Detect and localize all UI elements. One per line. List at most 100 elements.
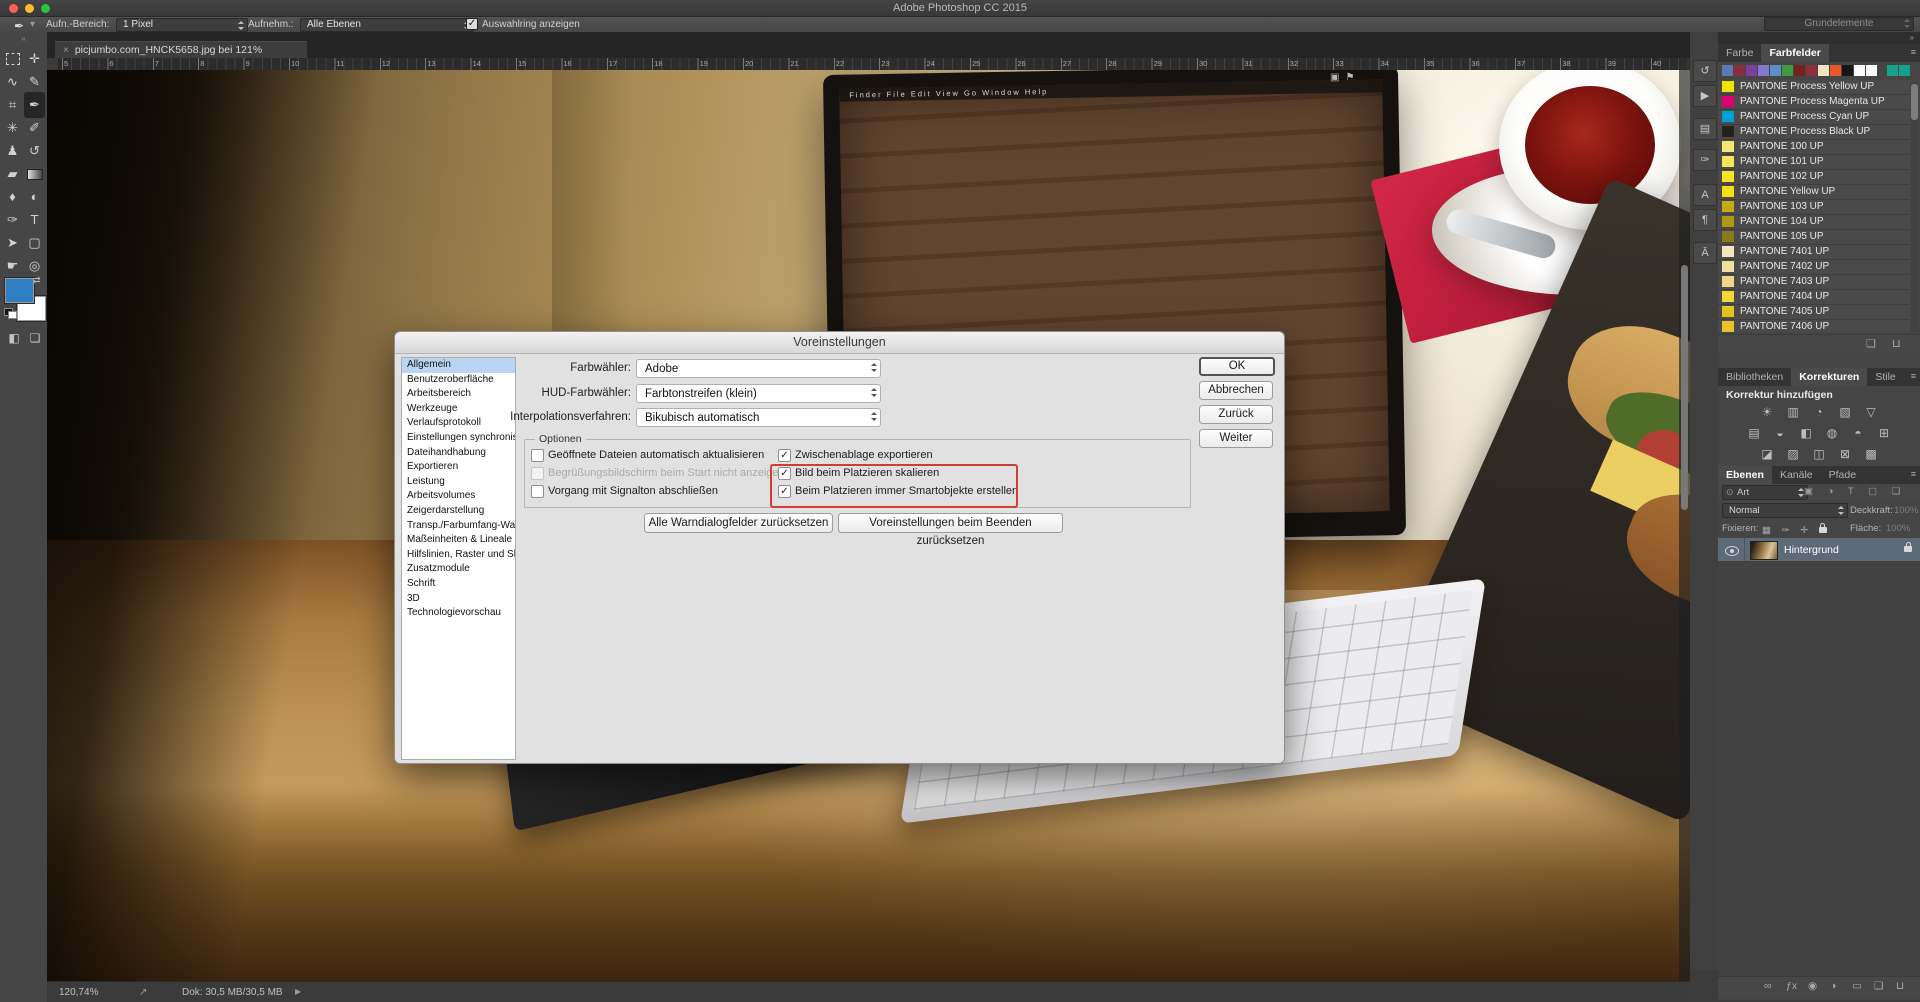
layer-effects-icon[interactable]: ƒx xyxy=(1786,980,1797,992)
swatch-row[interactable]: PANTONE Process Cyan UP xyxy=(1718,110,1910,125)
pref-category-exportieren[interactable]: Exportieren xyxy=(402,460,515,475)
swatch-row[interactable]: PANTONE 7405 UP xyxy=(1718,305,1910,320)
link-layers-icon[interactable]: ∞ xyxy=(1764,980,1772,992)
document-tab[interactable]: ×picjumbo.com_HNCK5658.jpg bei 121% (RGB… xyxy=(55,41,307,59)
layer-filter-icons[interactable]: ▣ ◑ T ▢ ❏ xyxy=(1804,486,1906,497)
panel-collapse-strip[interactable]: » xyxy=(1718,32,1920,44)
status-menu-arrow-icon[interactable]: ▶ xyxy=(295,987,301,996)
gradient-map-icon[interactable]: ▩ xyxy=(1861,446,1881,462)
pref-category-arbeitsvolumes[interactable]: Arbeitsvolumes xyxy=(402,489,515,504)
recent-swatch[interactable] xyxy=(1866,65,1877,76)
tab-kanäle[interactable]: Kanäle xyxy=(1772,466,1821,484)
tab-bibliotheken[interactable]: Bibliotheken xyxy=(1718,368,1791,386)
layer-thumbnail[interactable] xyxy=(1750,541,1778,560)
checkbox[interactable] xyxy=(531,467,544,480)
pref-category-dateihandhabung[interactable]: Dateihandhabung xyxy=(402,446,515,461)
actions-panel-icon[interactable]: ▶ xyxy=(1693,85,1717,107)
zoom-level-field[interactable]: 120,74% xyxy=(59,987,98,998)
default-colors-icon[interactable] xyxy=(4,308,17,319)
delete-layer-icon[interactable]: ⊔ xyxy=(1896,980,1904,992)
recent-swatch[interactable] xyxy=(1842,65,1853,76)
history-panel-icon[interactable]: ↺ xyxy=(1693,60,1717,82)
recent-swatch[interactable] xyxy=(1830,65,1841,76)
recent-swatch[interactable] xyxy=(1770,65,1781,76)
share-icon[interactable]: ↗ xyxy=(139,987,147,998)
recent-swatch[interactable] xyxy=(1887,65,1898,76)
notes-panel-icon[interactable]: ✑ xyxy=(1693,149,1717,171)
swatch-row[interactable]: PANTONE 100 UP xyxy=(1718,140,1910,155)
threshold-icon[interactable]: ◫ xyxy=(1809,446,1829,462)
canvas-scroll-thumb[interactable] xyxy=(1681,265,1688,510)
vibrance-icon[interactable]: ▽ xyxy=(1861,404,1881,420)
swatches-panel-menu-icon[interactable]: ≡ xyxy=(1911,47,1916,57)
opacity-value[interactable]: 100% xyxy=(1894,505,1918,516)
hand-tool[interactable]: ☛ xyxy=(2,253,23,279)
recent-swatch[interactable] xyxy=(1899,65,1910,76)
swatch-row[interactable]: PANTONE 105 UP xyxy=(1718,230,1910,245)
pref-category-technologievorschau[interactable]: Technologievorschau xyxy=(402,606,515,621)
recent-swatch[interactable] xyxy=(1758,65,1769,76)
sample-size-select[interactable]: 1 Pixel xyxy=(116,18,248,32)
recent-swatch[interactable] xyxy=(1794,65,1805,76)
posterize-icon[interactable]: ▨ xyxy=(1783,446,1803,462)
recent-swatch[interactable] xyxy=(1818,65,1829,76)
layer-visibility-cell[interactable] xyxy=(1718,538,1745,561)
fill-value[interactable]: 100% xyxy=(1886,523,1910,534)
field-select-2[interactable]: Farbtonstreifen (klein) xyxy=(636,384,881,403)
pref-category-transp-farbumfang-warnung[interactable]: Transp./Farbumfang-Warnung xyxy=(402,519,515,534)
timeline-panel-icon[interactable]: ▤ xyxy=(1693,118,1717,140)
screen-mode-button[interactable]: ❏ xyxy=(25,329,45,347)
glyphs-panel-icon[interactable]: Ā xyxy=(1693,242,1717,264)
character-panel-icon[interactable]: A xyxy=(1693,184,1717,206)
cancel-button[interactable]: Abbrechen xyxy=(1199,381,1273,400)
channel-mixer-icon[interactable]: ◓ xyxy=(1848,425,1868,441)
pref-category-einstellungen-synchronisieren[interactable]: Einstellungen synchronisieren xyxy=(402,431,515,446)
tab-pfade[interactable]: Pfade xyxy=(1821,466,1864,484)
pref-category-benutzeroberfläche[interactable]: Benutzeroberfläche xyxy=(402,373,515,388)
paragraph-panel-icon[interactable]: ¶ xyxy=(1693,209,1717,231)
show-ring-checkbox[interactable]: ✓ xyxy=(466,18,478,30)
swatch-row[interactable]: PANTONE 104 UP xyxy=(1718,215,1910,230)
pref-category-schrift[interactable]: Schrift xyxy=(402,577,515,592)
brightness-contrast-icon[interactable]: ☀ xyxy=(1757,404,1777,420)
dialog-title[interactable]: Voreinstellungen xyxy=(395,332,1284,354)
swatch-row[interactable]: PANTONE Process Yellow UP xyxy=(1718,80,1910,95)
tab-stile[interactable]: Stile xyxy=(1867,368,1903,386)
color-lookup-icon[interactable]: ⊞ xyxy=(1874,425,1894,441)
swatch-row[interactable]: PANTONE 102 UP xyxy=(1718,170,1910,185)
eyedropper-icon[interactable]: ✒ xyxy=(14,19,24,33)
delete-swatch-icon[interactable]: ⊔ xyxy=(1892,337,1901,350)
black-white-icon[interactable]: ◧ xyxy=(1796,425,1816,441)
recent-swatch[interactable] xyxy=(1806,65,1817,76)
swatch-row[interactable]: PANTONE 7401 UP xyxy=(1718,245,1910,260)
levels-icon[interactable]: ▥ xyxy=(1783,404,1803,420)
layers-panel-menu-icon[interactable]: ≡ xyxy=(1911,469,1916,479)
tab-korrekturen[interactable]: Korrekturen xyxy=(1791,368,1867,386)
toolbar-collapse-icon[interactable]: « xyxy=(0,34,47,43)
adjustment-layer-icon[interactable]: ◑ xyxy=(1830,980,1836,992)
recent-swatch[interactable] xyxy=(1854,65,1865,76)
adjustments-panel-menu-icon[interactable]: ≡ xyxy=(1911,371,1916,381)
invert-icon[interactable]: ◪ xyxy=(1757,446,1777,462)
recent-swatch[interactable] xyxy=(1734,65,1745,76)
exposure-icon[interactable]: ▧ xyxy=(1835,404,1855,420)
pref-category-maßeinheiten-lineale[interactable]: Maßeinheiten & Lineale xyxy=(402,533,515,548)
layer-group-icon[interactable]: ▭ xyxy=(1852,980,1862,992)
ok-button[interactable]: OK xyxy=(1199,357,1275,376)
reset-on-quit-button[interactable]: Voreinstellungen beim Beenden zurücksetz… xyxy=(838,513,1063,533)
tab-farbfelder[interactable]: Farbfelder xyxy=(1761,44,1828,62)
canvas-scrollbar[interactable] xyxy=(1679,70,1690,981)
blend-mode-select[interactable]: Normal xyxy=(1722,503,1848,518)
swatch-row[interactable]: PANTONE Yellow UP xyxy=(1718,185,1910,200)
swatch-row[interactable]: PANTONE Process Magenta UP xyxy=(1718,95,1910,110)
pref-category-3d[interactable]: 3D xyxy=(402,592,515,607)
swap-colors-icon[interactable]: ⇄ xyxy=(33,275,41,286)
recent-swatch[interactable] xyxy=(1722,65,1733,76)
layer-filter-select[interactable]: ⊙ Art xyxy=(1722,485,1808,500)
foreground-color-swatch[interactable] xyxy=(5,278,34,303)
swatches-scrollbar[interactable] xyxy=(1911,82,1918,332)
layer-mask-icon[interactable]: ◉ xyxy=(1808,980,1817,992)
checkbox[interactable] xyxy=(531,485,544,498)
checkbox[interactable] xyxy=(531,449,544,462)
pref-category-hilfslinien-raster-und-slices[interactable]: Hilfslinien, Raster und Slices xyxy=(402,548,515,563)
